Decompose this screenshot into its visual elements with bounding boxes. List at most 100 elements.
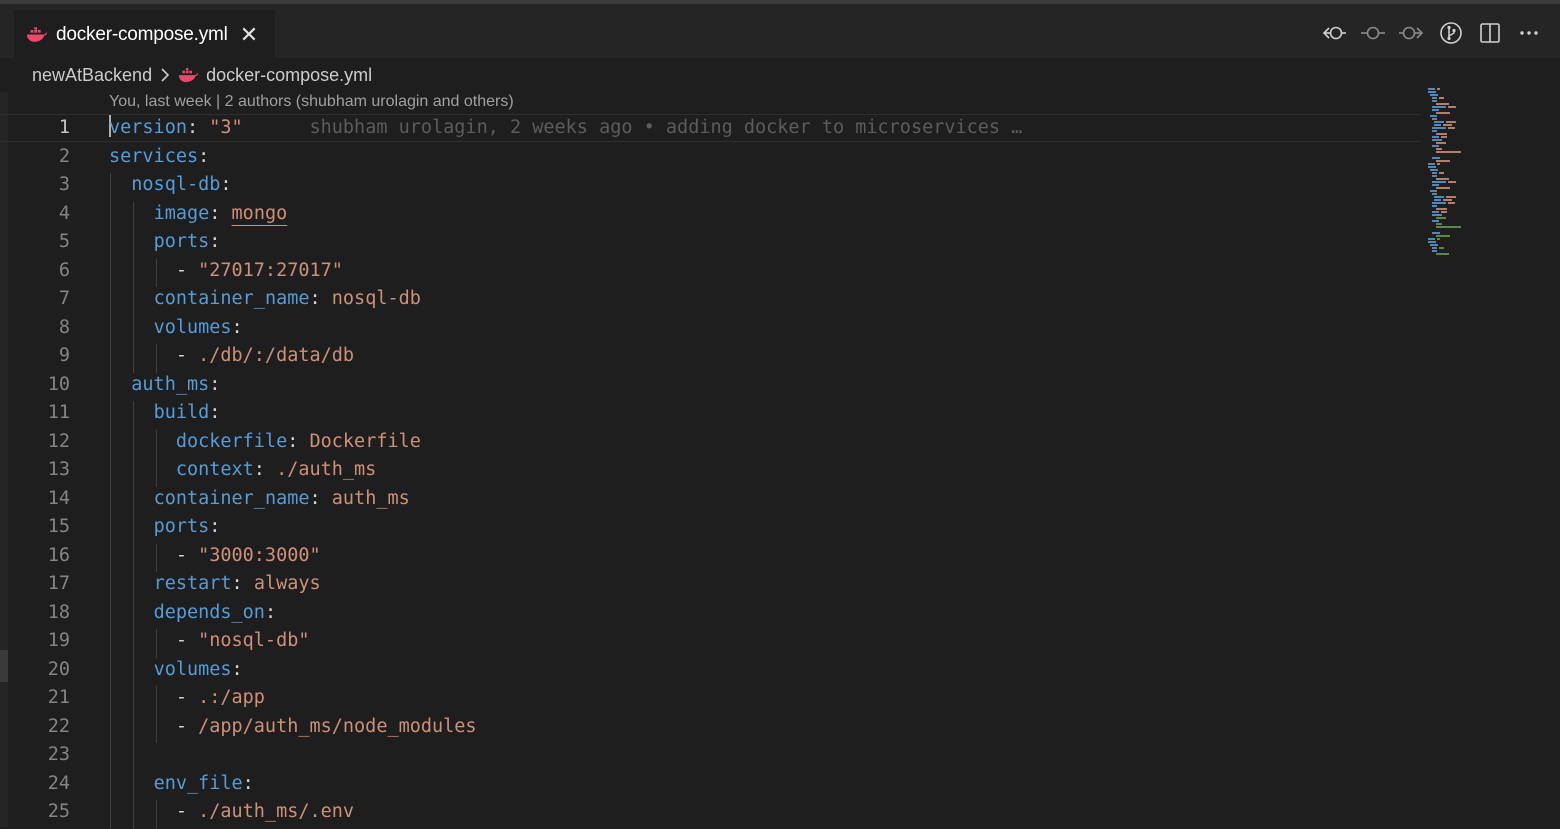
- code-line[interactable]: 2 services:: [0, 143, 1420, 171]
- yaml-punctuation: :: [264, 601, 277, 623]
- code-line[interactable]: 16 - "3000:3000": [0, 542, 1420, 570]
- minimap-token: [1436, 151, 1461, 153]
- open-next-change-button[interactable]: [1399, 20, 1425, 46]
- close-icon[interactable]: ✕: [240, 24, 258, 46]
- minimap-token: [1436, 226, 1461, 228]
- yaml-value: auth_ms: [331, 487, 410, 509]
- yaml-punctuation: -: [175, 630, 199, 651]
- code-line[interactable]: 21 - .:/app: [0, 684, 1420, 712]
- open-previous-change-button[interactable]: [1321, 20, 1347, 46]
- code-line[interactable]: 15 ports:: [0, 513, 1420, 541]
- yaml-key: build: [153, 402, 210, 423]
- tab-docker-compose[interactable]: docker-compose.yml ✕: [14, 10, 275, 60]
- minimap-token: [1437, 238, 1440, 240]
- code-line[interactable]: 5 ports:: [0, 228, 1420, 256]
- yaml-key: ports: [153, 231, 210, 252]
- yaml-punctuation: -: [175, 801, 199, 822]
- git-blame-toggle-button[interactable]: [1438, 20, 1464, 46]
- line-number: 7: [58, 288, 70, 309]
- code-line[interactable]: 4 image: mongo: [0, 200, 1420, 228]
- inline-blame-annotation[interactable]: shubham urolagin, 2 weeks ago • adding d…: [243, 117, 1022, 138]
- code-line[interactable]: 24 env_file:: [0, 770, 1420, 798]
- code-line[interactable]: 23: [0, 741, 1420, 769]
- minimap-token: [1430, 244, 1438, 246]
- line-number: 12: [47, 430, 70, 452]
- yaml-punctuation: -: [175, 345, 199, 366]
- code-line[interactable]: 9 - ./db/:/data/db: [0, 342, 1420, 370]
- arrow-right-commit-icon: [1399, 26, 1424, 40]
- yaml-punctuation: :: [186, 117, 210, 138]
- yaml-key: volumes: [153, 658, 232, 680]
- yaml-key: dockerfile: [175, 430, 288, 452]
- blame-codelens[interactable]: You, last week | 2 authors (shubham urol…: [109, 93, 514, 115]
- minimap-token: [1428, 238, 1435, 240]
- yaml-value: "27017:27017": [198, 259, 343, 281]
- code-line[interactable]: 18 depends_on:: [0, 599, 1420, 627]
- tab-label: docker-compose.yml: [56, 24, 228, 45]
- minimap-token: [1432, 220, 1439, 222]
- minimap-token: [1439, 172, 1444, 174]
- code-line[interactable]: 11 build:: [0, 399, 1420, 427]
- indent-guide: [156, 686, 158, 743]
- yaml-key: nosql-db: [131, 174, 221, 195]
- yaml-value: /app/auth_ms/node_modules: [198, 715, 477, 737]
- line-code: auth_ms:: [109, 371, 220, 399]
- minimap-token: [1448, 202, 1455, 204]
- line-code: - "3000:3000": [109, 542, 321, 570]
- minimap-token: [1430, 190, 1437, 192]
- code-line[interactable]: 10 auth_ms:: [0, 371, 1420, 399]
- minimap-token: [1432, 136, 1439, 138]
- code-line[interactable]: 17 restart: always: [0, 570, 1420, 598]
- open-changes-button[interactable]: [1360, 20, 1386, 46]
- code-line[interactable]: 25 - ./auth_ms/.env: [0, 798, 1420, 826]
- yaml-value: "3": [209, 117, 243, 138]
- code-line[interactable]: 14 container_name: auth_ms: [0, 485, 1420, 513]
- code-line[interactable]: 7 container_name: nosql-db: [0, 285, 1420, 313]
- minimap-token: [1428, 163, 1435, 165]
- minimap-token: [1428, 88, 1435, 90]
- minimap[interactable]: [1428, 88, 1488, 258]
- more-actions-button[interactable]: [1516, 20, 1542, 46]
- minimap-token: [1434, 196, 1444, 198]
- code-line[interactable]: 6 - "27017:27017": [0, 257, 1420, 285]
- code-editor[interactable]: 1 version: "3" shubham urolagin, 2 weeks …: [0, 114, 1420, 829]
- line-number: 9: [58, 345, 70, 366]
- line-number: 13: [47, 459, 70, 480]
- line-number: 1: [58, 117, 70, 138]
- code-line[interactable]: 19 - "nosql-db": [0, 627, 1420, 655]
- code-line[interactable]: 8 volumes:: [0, 314, 1420, 342]
- code-line[interactable]: 12 dockerfile: Dockerfile: [0, 428, 1420, 456]
- breadcrumb-file[interactable]: docker-compose.yml: [206, 65, 372, 86]
- yaml-punctuation: :: [209, 373, 221, 395]
- minimap-token: [1443, 124, 1452, 126]
- breadcrumb-folder[interactable]: newAtBackend: [32, 65, 152, 86]
- code-line[interactable]: 22 - /app/auth_ms/node_modules: [0, 713, 1420, 741]
- minimap-token: [1441, 211, 1447, 213]
- yaml-punctuation: :: [209, 402, 221, 423]
- minimap-token: [1432, 172, 1437, 174]
- minimap-token: [1436, 133, 1447, 135]
- indent-guide: [110, 173, 111, 829]
- split-editor-button[interactable]: [1477, 20, 1503, 46]
- code-line[interactable]: 3 nosql-db:: [0, 171, 1420, 199]
- minimap-token: [1432, 100, 1437, 102]
- minimap-token: [1439, 247, 1444, 249]
- code-line[interactable]: 13 context: ./auth_ms: [0, 456, 1420, 484]
- yaml-punctuation: :: [309, 288, 332, 309]
- code-line[interactable]: 1 version: "3" shubham urolagin, 2 weeks …: [0, 114, 1420, 142]
- line-code: image: mongo: [109, 200, 288, 228]
- line-code: volumes:: [109, 314, 243, 342]
- line-code: - /app/auth_ms/node_modules: [109, 713, 477, 741]
- yaml-punctuation: :: [209, 516, 221, 537]
- minimap-token: [1432, 109, 1439, 111]
- minimap-token: [1432, 181, 1446, 183]
- minimap-token: [1432, 184, 1439, 186]
- minimap-token: [1436, 235, 1450, 237]
- code-line[interactable]: 20 volumes:: [0, 656, 1420, 684]
